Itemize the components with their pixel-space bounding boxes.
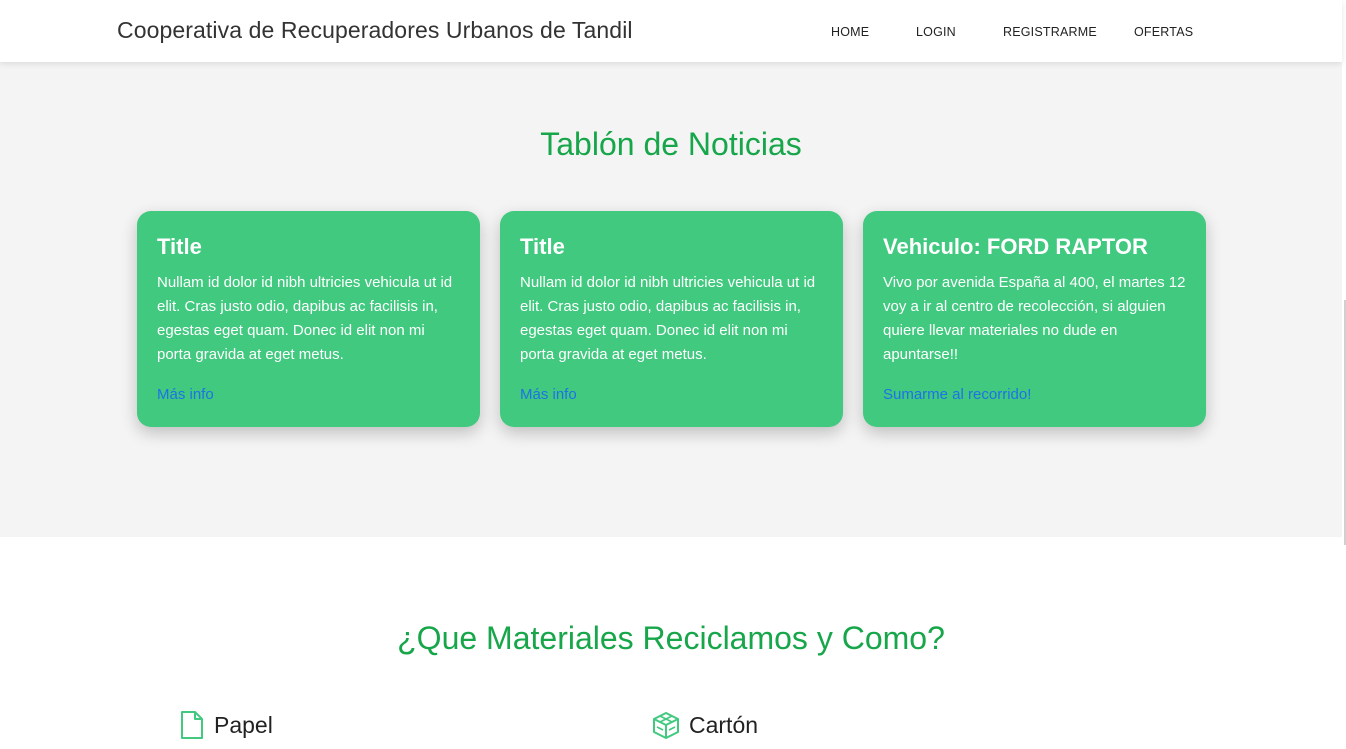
card-title: Vehiculo: FORD RAPTOR (883, 234, 1148, 259)
nav-menu: HOME LOGIN REGISTRARME OFERTAS (0, 25, 1342, 41)
news-card: Title Nullam id dolor id nibh ultricies … (137, 211, 480, 427)
nav-link-register[interactable]: REGISTRARME (1003, 25, 1097, 39)
more-info-link[interactable]: Más info (520, 386, 577, 403)
material-label: Papel (214, 711, 273, 738)
file-icon (180, 710, 206, 740)
more-info-link[interactable]: Más info (157, 386, 214, 403)
card-title: Title (157, 234, 202, 259)
news-card: Title Nullam id dolor id nibh ultricies … (500, 211, 843, 427)
navbar: Cooperativa de Recuperadores Urbanos de … (0, 0, 1342, 62)
card-text: Nullam id dolor id nibh ultricies vehicu… (520, 274, 816, 363)
card-text: Vivo por avenida España al 400, el marte… (883, 274, 1186, 363)
card-title: Title (520, 234, 565, 259)
nav-link-offers[interactable]: OFERTAS (1134, 25, 1193, 39)
materials-title: ¿Que Materiales Reciclamos y Como? (397, 620, 945, 656)
join-route-link[interactable]: Sumarme al recorrido! (883, 386, 1031, 403)
nav-link-home[interactable]: HOME (831, 25, 869, 39)
nav-link-login[interactable]: LOGIN (916, 25, 956, 39)
boxes-icon (651, 710, 681, 740)
material-paper: Papel (180, 709, 273, 741)
material-cardboard: Cartón (651, 709, 758, 741)
news-title: Tablón de Noticias (540, 126, 802, 162)
news-card: Vehiculo: FORD RAPTOR Vivo por avenida E… (863, 211, 1206, 427)
card-text: Nullam id dolor id nibh ultricies vehicu… (157, 274, 453, 363)
news-section: Tablón de Noticias Title Nullam id dolor… (0, 62, 1342, 537)
materials-section: ¿Que Materiales Reciclamos y Como? Papel… (0, 537, 1342, 749)
material-label: Cartón (689, 711, 759, 738)
